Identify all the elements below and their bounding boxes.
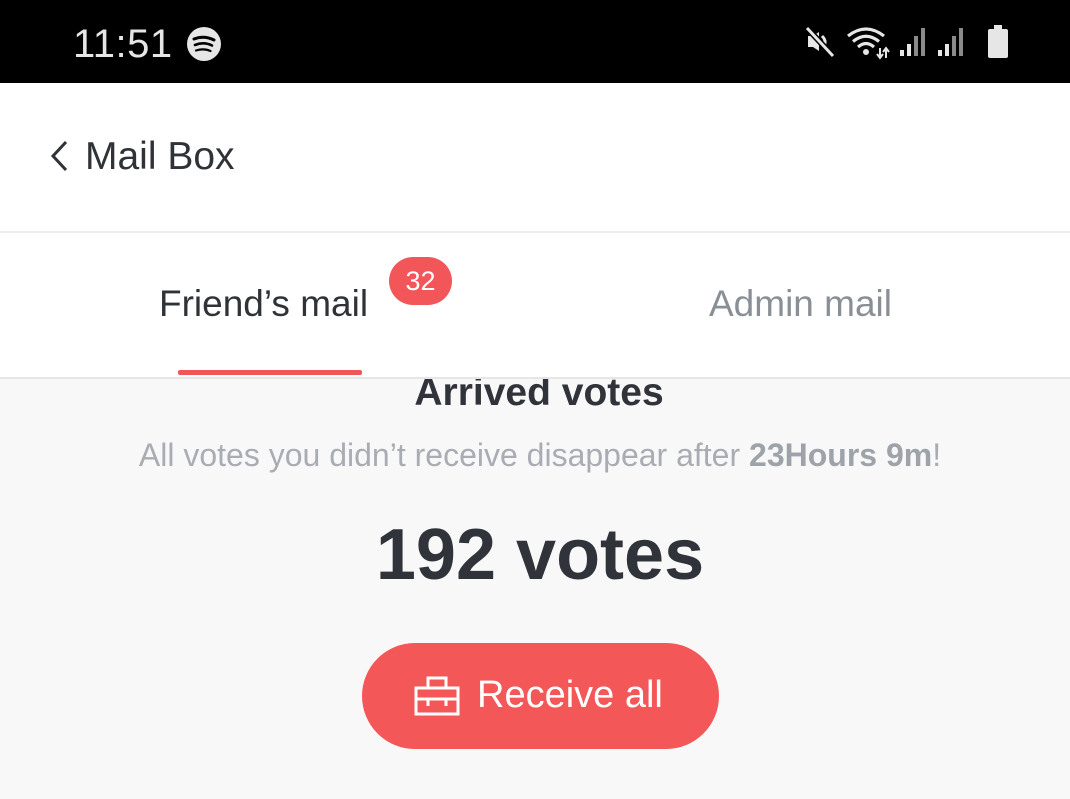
expiry-notice: All votes you didn’t receive disappear a… bbox=[0, 437, 1070, 474]
chevron-left-icon[interactable] bbox=[48, 139, 72, 173]
tab-friends-mail[interactable]: Friend’s mail bbox=[159, 283, 368, 325]
mute-icon bbox=[804, 25, 836, 59]
gift-box-icon bbox=[414, 676, 460, 716]
mail-content: Arrived votes All votes you didn’t recei… bbox=[0, 379, 1070, 799]
wifi-icon bbox=[847, 27, 890, 60]
top-app-bar: Mail Box bbox=[0, 83, 1070, 233]
signal-icon bbox=[900, 28, 925, 56]
spotify-icon bbox=[187, 27, 221, 61]
mail-tabs: Friend’s mail 32 Admin mail bbox=[0, 233, 1070, 379]
active-tab-indicator bbox=[178, 370, 362, 375]
receive-all-label: Receive all bbox=[477, 674, 663, 716]
signal-icon bbox=[938, 28, 963, 56]
expiry-time: 23Hours 9m bbox=[749, 437, 933, 473]
status-bar: 11:51 bbox=[0, 0, 1070, 83]
status-time: 11:51 bbox=[73, 22, 173, 66]
page-title: Mail Box bbox=[85, 135, 235, 178]
unread-count-badge: 32 bbox=[389, 257, 452, 305]
notice-prefix: All votes you didn’t receive disappear a… bbox=[138, 437, 750, 473]
receive-all-button[interactable]: Receive all bbox=[362, 643, 719, 749]
section-heading: Arrived votes bbox=[414, 379, 664, 414]
battery-icon bbox=[988, 25, 1008, 58]
tab-admin-mail[interactable]: Admin mail bbox=[709, 283, 892, 325]
votes-count: 192 votes bbox=[375, 515, 705, 595]
notice-suffix: ! bbox=[932, 437, 942, 473]
